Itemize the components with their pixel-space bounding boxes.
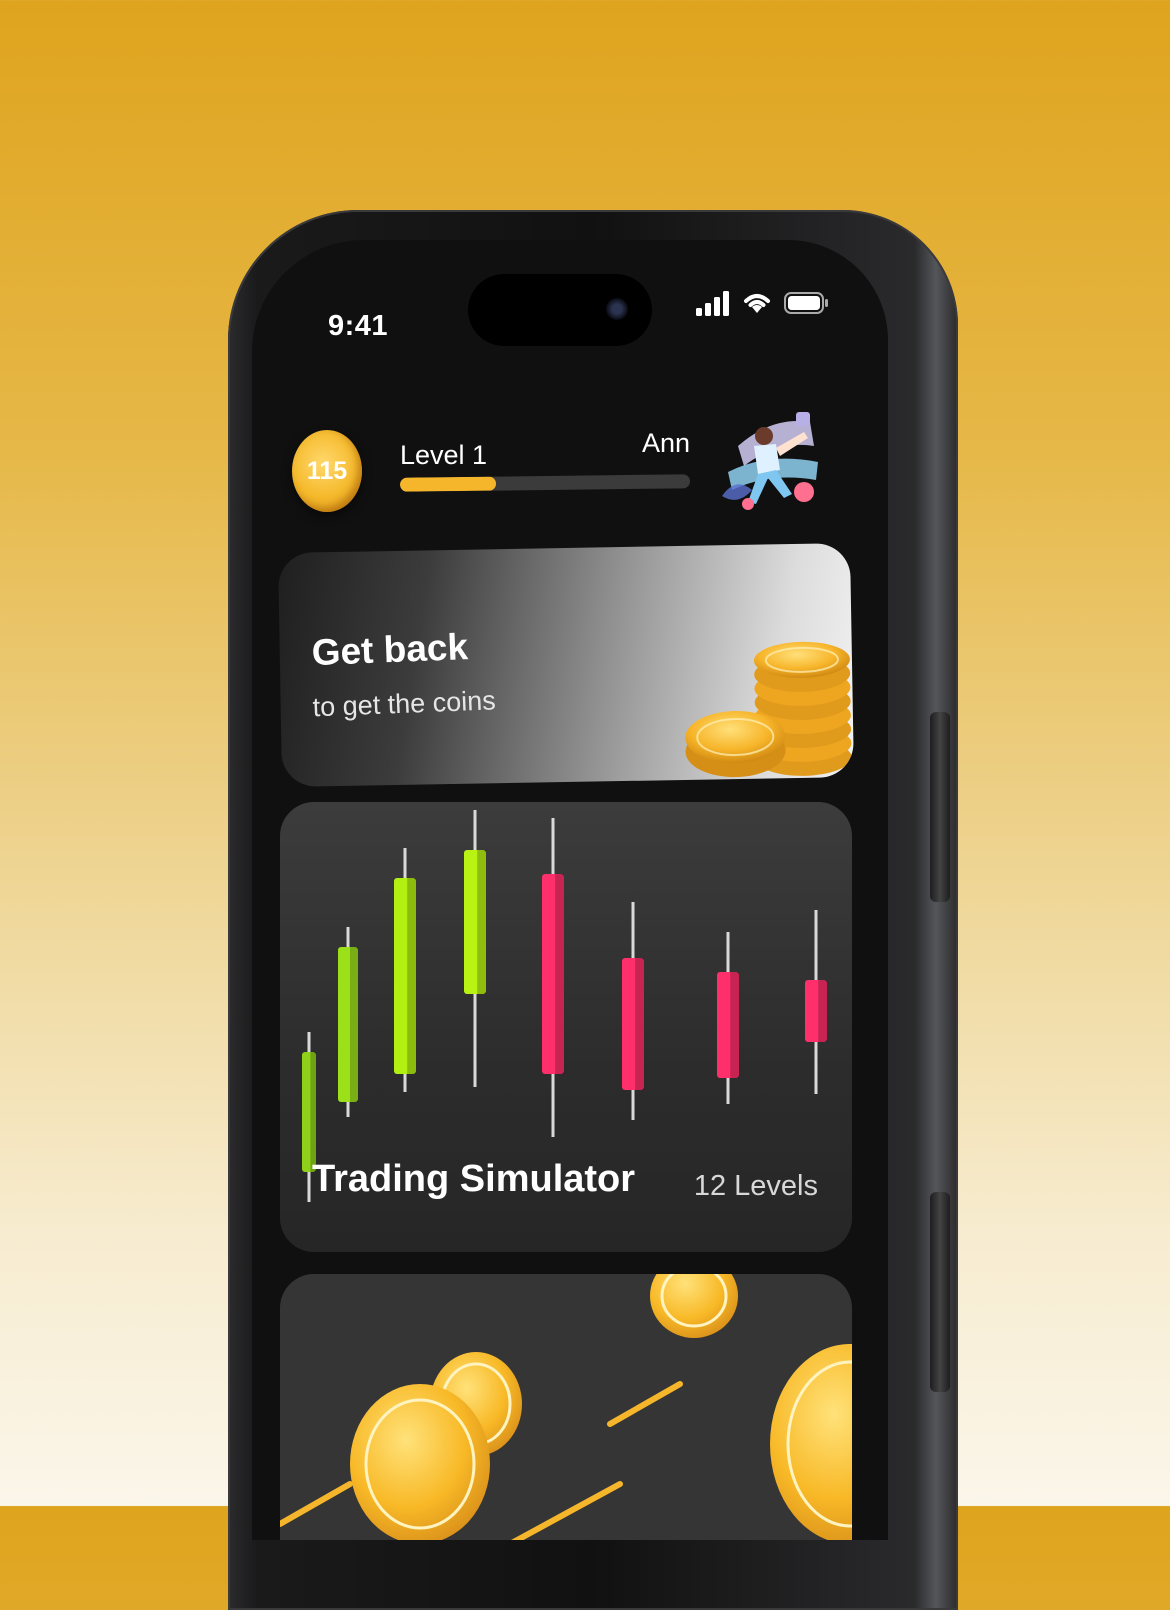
coin-balance-badge[interactable]: 115 xyxy=(292,430,362,512)
coin-icon-4 xyxy=(770,1344,852,1540)
candle-7 xyxy=(717,932,739,1104)
candle-6 xyxy=(622,902,644,1120)
coin-balance: 115 xyxy=(306,456,348,485)
trading-levels-count: 12 Levels xyxy=(693,1170,818,1202)
candle-shade xyxy=(730,972,739,1078)
phone-side-button-2 xyxy=(930,1192,950,1392)
level-label: Level 1 xyxy=(400,440,488,470)
status-icons xyxy=(696,290,830,316)
candle-shade xyxy=(407,878,416,1074)
camera-icon xyxy=(606,298,628,320)
candle-3 xyxy=(394,848,416,1092)
candle-shade xyxy=(555,874,564,1074)
bonus-coins-card[interactable] xyxy=(280,1274,852,1540)
phone-side-button xyxy=(930,712,950,902)
coin-icon-3 xyxy=(350,1384,490,1540)
candle-shade xyxy=(350,947,358,1102)
coin-icon xyxy=(650,1274,738,1338)
user-name: Ann xyxy=(642,428,691,458)
trading-simulator-title: Trading Simulator xyxy=(312,1158,636,1200)
get-back-promo-card[interactable]: Get back to get the coins xyxy=(278,543,854,787)
candle-5 xyxy=(542,818,564,1137)
candle-shade xyxy=(477,850,486,994)
candle-shade xyxy=(818,980,827,1042)
coin-stack-icon xyxy=(685,641,852,778)
candle-8 xyxy=(805,910,827,1094)
avatar-illustration[interactable] xyxy=(718,406,826,516)
level-progress-bar xyxy=(399,474,691,492)
candle-2 xyxy=(338,927,358,1117)
wifi-icon xyxy=(744,294,770,313)
candle-shade xyxy=(635,958,644,1090)
battery-icon xyxy=(784,292,828,314)
trading-simulator-card[interactable]: Trading Simulator 12 Levels xyxy=(280,802,852,1252)
flying-coins-illustration xyxy=(280,1274,852,1540)
status-time: 9:41 xyxy=(328,310,389,342)
dynamic-island xyxy=(468,274,652,346)
promo-subtitle: to get the coins xyxy=(312,685,497,723)
candle-4 xyxy=(464,810,486,1087)
app-screen: 9:41 115 Level 1 Ann Get back to get the… xyxy=(252,240,888,1540)
cellular-signal-icon xyxy=(696,291,729,316)
promo-title: Get back xyxy=(310,626,469,674)
level-progress-fill xyxy=(399,476,496,492)
candle-shade xyxy=(310,1052,316,1172)
